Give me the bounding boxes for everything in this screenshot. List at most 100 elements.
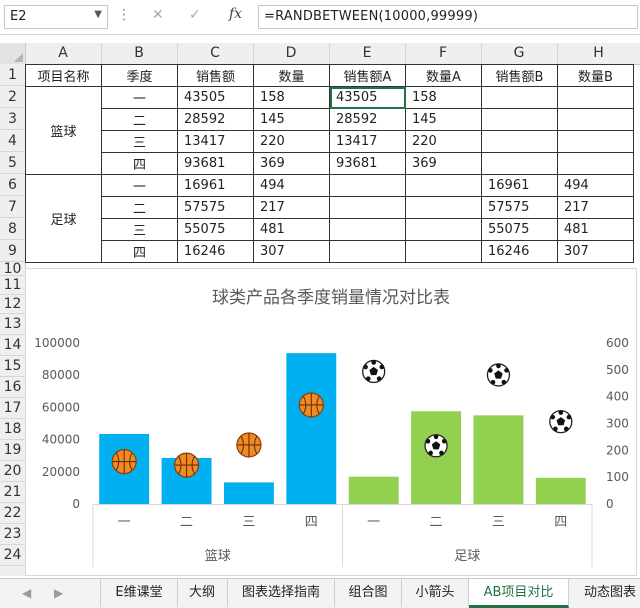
sales-b-cell[interactable]: [481, 108, 558, 131]
quarter-cell[interactable]: 四: [101, 152, 178, 175]
sales-a-cell[interactable]: 13417: [329, 130, 406, 153]
qty-cell[interactable]: 145: [253, 108, 330, 131]
tab-e-classroom[interactable]: E维课堂: [100, 579, 178, 607]
header-cell[interactable]: 数量A: [405, 64, 482, 87]
column-header-g[interactable]: G: [481, 43, 558, 64]
row-header[interactable]: 4: [0, 130, 25, 152]
sales-cell[interactable]: 93681: [177, 152, 254, 175]
sales-b-cell[interactable]: 16961: [481, 174, 558, 197]
combo-chart[interactable]: 球类产品各季度销量情况对比表 0 20000 40000 60000 80000 1000…: [25, 268, 637, 576]
sales-cell[interactable]: 13417: [177, 130, 254, 153]
tab-ab-compare[interactable]: AB项目对比: [469, 579, 569, 608]
row-header[interactable]: 22: [0, 503, 25, 524]
sales-b-cell[interactable]: 57575: [481, 196, 558, 219]
row-header[interactable]: 5: [0, 152, 25, 174]
chevron-down-icon[interactable]: ▼: [94, 9, 102, 20]
row-header[interactable]: 12: [0, 295, 25, 314]
column-header-e[interactable]: E: [329, 43, 406, 64]
tab-small-arrow[interactable]: 小箭头: [402, 579, 469, 607]
qty-b-cell[interactable]: 494: [557, 174, 634, 197]
header-cell[interactable]: 销售额A: [329, 64, 406, 87]
header-cell[interactable]: 项目名称: [25, 64, 102, 87]
column-header-c[interactable]: C: [177, 43, 254, 64]
row-header[interactable]: 24: [0, 545, 25, 566]
quarter-cell[interactable]: 二: [101, 196, 178, 219]
qty-cell[interactable]: 158: [253, 86, 330, 109]
header-cell[interactable]: 数量: [253, 64, 330, 87]
qty-b-cell[interactable]: [557, 130, 634, 153]
qty-b-cell[interactable]: 481: [557, 218, 634, 241]
qty-cell[interactable]: 481: [253, 218, 330, 241]
quarter-cell[interactable]: 三: [101, 218, 178, 241]
qty-a-cell[interactable]: [405, 196, 482, 219]
insert-function-button[interactable]: fx: [229, 6, 242, 22]
sales-b-cell[interactable]: [481, 152, 558, 175]
qty-b-cell[interactable]: 217: [557, 196, 634, 219]
qty-a-cell[interactable]: [405, 174, 482, 197]
quarter-cell[interactable]: 一: [101, 86, 178, 109]
sales-a-cell[interactable]: 28592: [329, 108, 406, 131]
qty-a-cell[interactable]: 158: [405, 86, 482, 109]
qty-a-cell[interactable]: 145: [405, 108, 482, 131]
header-cell[interactable]: 季度: [101, 64, 178, 87]
sales-a-cell[interactable]: [329, 240, 406, 263]
tab-scroll-left-icon[interactable]: ◀: [22, 586, 31, 600]
sales-cell[interactable]: 16961: [177, 174, 254, 197]
qty-cell[interactable]: 369: [253, 152, 330, 175]
chart-title[interactable]: 球类产品各季度销量情况对比表: [212, 288, 450, 308]
qty-cell[interactable]: 217: [253, 196, 330, 219]
sales-cell[interactable]: 43505: [177, 86, 254, 109]
row-header[interactable]: 20: [0, 461, 25, 482]
qty-a-cell[interactable]: [405, 240, 482, 263]
qty-b-cell[interactable]: [557, 152, 634, 175]
sales-a-cell[interactable]: 43505: [329, 86, 406, 109]
row-header[interactable]: 15: [0, 356, 25, 377]
column-header-h[interactable]: H: [557, 43, 640, 64]
column-header-d[interactable]: D: [253, 43, 330, 64]
sales-a-cell[interactable]: 93681: [329, 152, 406, 175]
name-box[interactable]: E2 ▼: [4, 5, 108, 29]
row-header[interactable]: 18: [0, 419, 25, 440]
quarter-cell[interactable]: 三: [101, 130, 178, 153]
tab-combo-chart[interactable]: 组合图: [335, 579, 402, 607]
column-header-f[interactable]: F: [405, 43, 482, 64]
sales-a-cell[interactable]: [329, 174, 406, 197]
row-header[interactable]: 2: [0, 86, 25, 108]
row-header[interactable]: 21: [0, 482, 25, 503]
more-dots-icon[interactable]: ⋮: [117, 7, 131, 23]
qty-a-cell[interactable]: 369: [405, 152, 482, 175]
row-header[interactable]: 16: [0, 377, 25, 398]
sales-b-cell[interactable]: [481, 130, 558, 153]
row-header[interactable]: 13: [0, 314, 25, 335]
sales-b-cell[interactable]: 55075: [481, 218, 558, 241]
select-all-corner[interactable]: [0, 43, 26, 64]
quarter-cell[interactable]: 四: [101, 240, 178, 263]
qty-cell[interactable]: 220: [253, 130, 330, 153]
quarter-cell[interactable]: 二: [101, 108, 178, 131]
row-header[interactable]: 7: [0, 196, 25, 218]
group-cell[interactable]: 篮球: [25, 86, 102, 175]
tab-outline[interactable]: 大纲: [177, 579, 228, 607]
row-header[interactable]: 8: [0, 218, 25, 240]
sales-a-cell[interactable]: [329, 218, 406, 241]
row-header[interactable]: 19: [0, 440, 25, 461]
header-cell[interactable]: 销售额B: [481, 64, 558, 87]
enter-icon[interactable]: ✓: [189, 7, 201, 23]
group-cell[interactable]: 足球: [25, 174, 102, 263]
sales-cell[interactable]: 57575: [177, 196, 254, 219]
qty-a-cell[interactable]: 220: [405, 130, 482, 153]
sales-b-cell[interactable]: [481, 86, 558, 109]
tab-chart-guide[interactable]: 图表选择指南: [228, 579, 335, 607]
column-header-a[interactable]: A: [25, 43, 102, 64]
qty-a-cell[interactable]: [405, 218, 482, 241]
qty-b-cell[interactable]: [557, 108, 634, 131]
row-header[interactable]: 3: [0, 108, 25, 130]
row-header[interactable]: 1: [0, 64, 25, 86]
row-header[interactable]: 17: [0, 398, 25, 419]
row-header[interactable]: 23: [0, 524, 25, 545]
formula-input[interactable]: =RANDBETWEEN(10000,99999): [258, 5, 638, 29]
row-header[interactable]: 10: [0, 262, 25, 276]
column-header-b[interactable]: B: [101, 43, 178, 64]
row-header[interactable]: 9: [0, 240, 25, 262]
header-cell[interactable]: 销售额: [177, 64, 254, 87]
